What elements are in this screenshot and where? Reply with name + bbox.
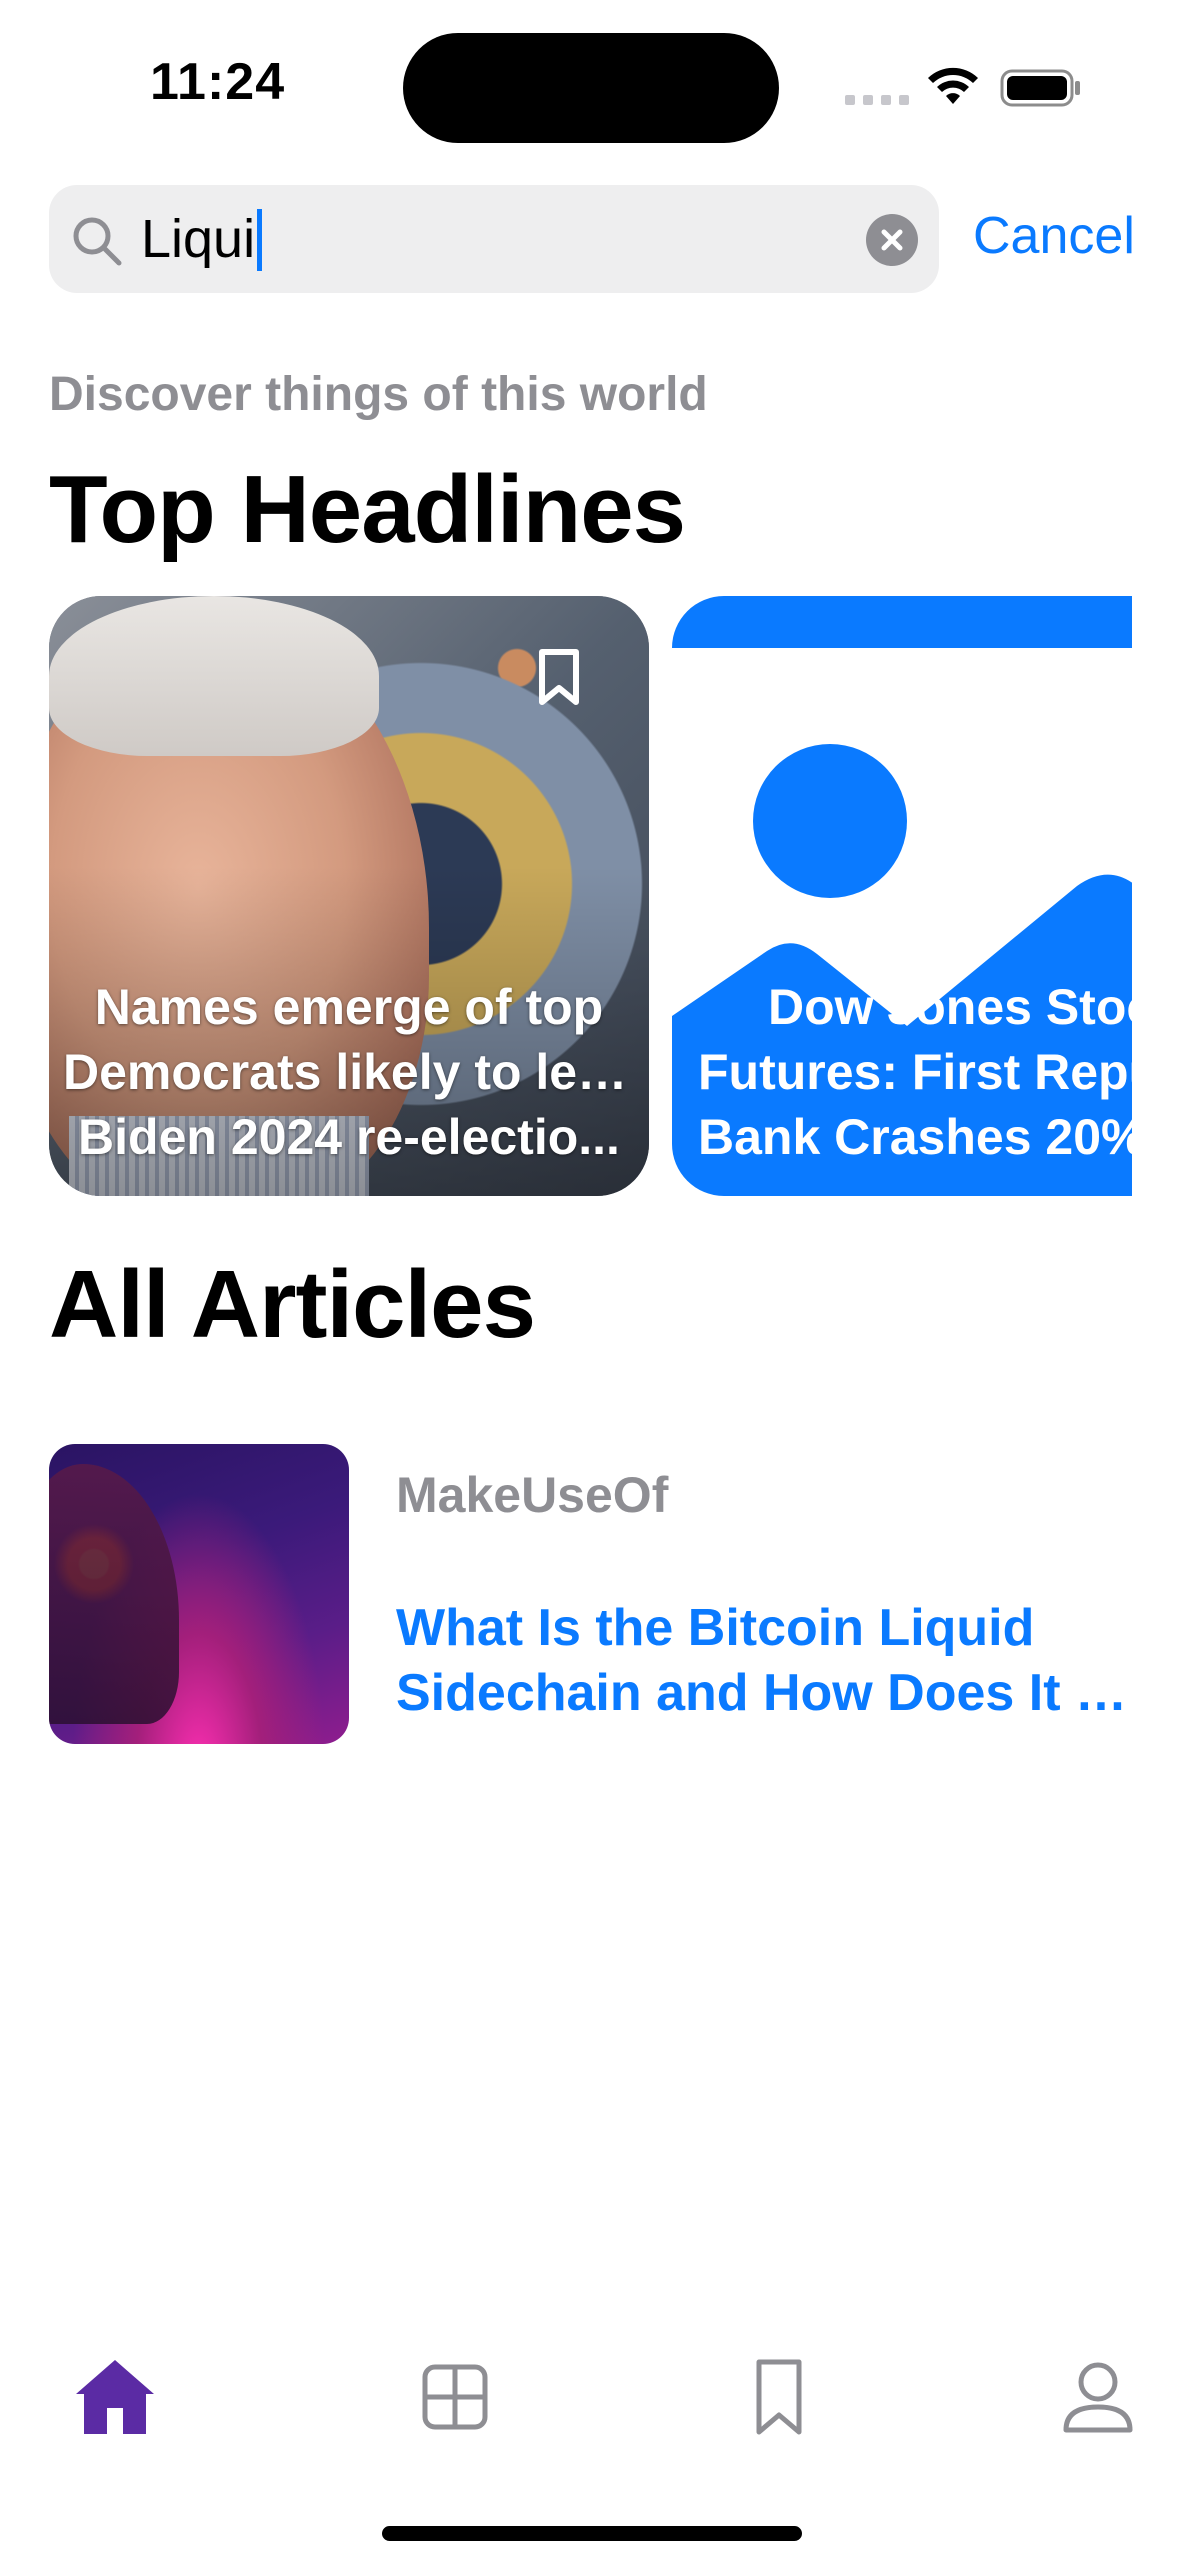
headline-title-line: Names emerge of top <box>94 979 604 1035</box>
bookmark-icon[interactable] <box>537 648 581 706</box>
headline-title-line: Dow Jones Stoc <box>768 979 1132 1035</box>
page-subtitle: Discover things of this world <box>49 368 708 421</box>
headline-title: Dow Jones Stoc Futures: First Repu Bank … <box>672 975 1132 1170</box>
tab-bookmarks[interactable] <box>734 2352 824 2442</box>
all-articles-title: All Articles <box>49 1251 536 1358</box>
headline-card[interactable]: Names emerge of top Democrats likely to … <box>49 596 649 1196</box>
article-title[interactable]: What Is the Bitcoin Liquid Sidechain and… <box>396 1596 1136 1726</box>
search-field[interactable]: Liqui <box>49 185 939 293</box>
article-title-line: Sidechain and How Does It W... <box>396 1664 1136 1722</box>
clear-search-button[interactable] <box>866 214 918 266</box>
status-time: 11:24 <box>150 53 286 111</box>
battery-icon <box>1000 69 1080 107</box>
person-icon <box>1063 2362 1133 2433</box>
tab-home[interactable] <box>70 2352 160 2442</box>
headline-title-line: Biden 2024 re-electio... <box>78 1109 620 1165</box>
top-headlines-title: Top Headlines <box>49 456 686 563</box>
grid-icon <box>422 2364 488 2430</box>
search-input[interactable]: Liqui <box>141 207 263 274</box>
cancel-button[interactable]: Cancel <box>973 204 1135 268</box>
wifi-icon <box>928 67 978 104</box>
headline-title: Names emerge of top Democrats likely to … <box>49 975 649 1170</box>
cellular-signal-icon <box>845 95 909 105</box>
home-indicator[interactable] <box>382 2526 802 2541</box>
tab-grid[interactable] <box>410 2352 500 2442</box>
bookmark-icon <box>756 2359 802 2435</box>
article-source: MakeUseOf <box>396 1467 669 1523</box>
headline-title-line: Futures: First Repu <box>698 1044 1132 1100</box>
dynamic-island <box>403 33 779 143</box>
text-caret <box>257 208 263 271</box>
headline-title-line: Democrats likely to lead <box>63 1044 635 1100</box>
headline-card[interactable]: Dow Jones Stoc Futures: First Repu Bank … <box>672 596 1132 1196</box>
close-icon <box>881 229 903 251</box>
headline-title-line: Bank Crashes 20% <box>698 1109 1132 1165</box>
search-icon <box>73 217 122 266</box>
tab-profile[interactable] <box>1053 2352 1143 2442</box>
article-thumbnail[interactable] <box>49 1444 349 1744</box>
article-title-line: What Is the Bitcoin Liquid <box>396 1599 1035 1657</box>
